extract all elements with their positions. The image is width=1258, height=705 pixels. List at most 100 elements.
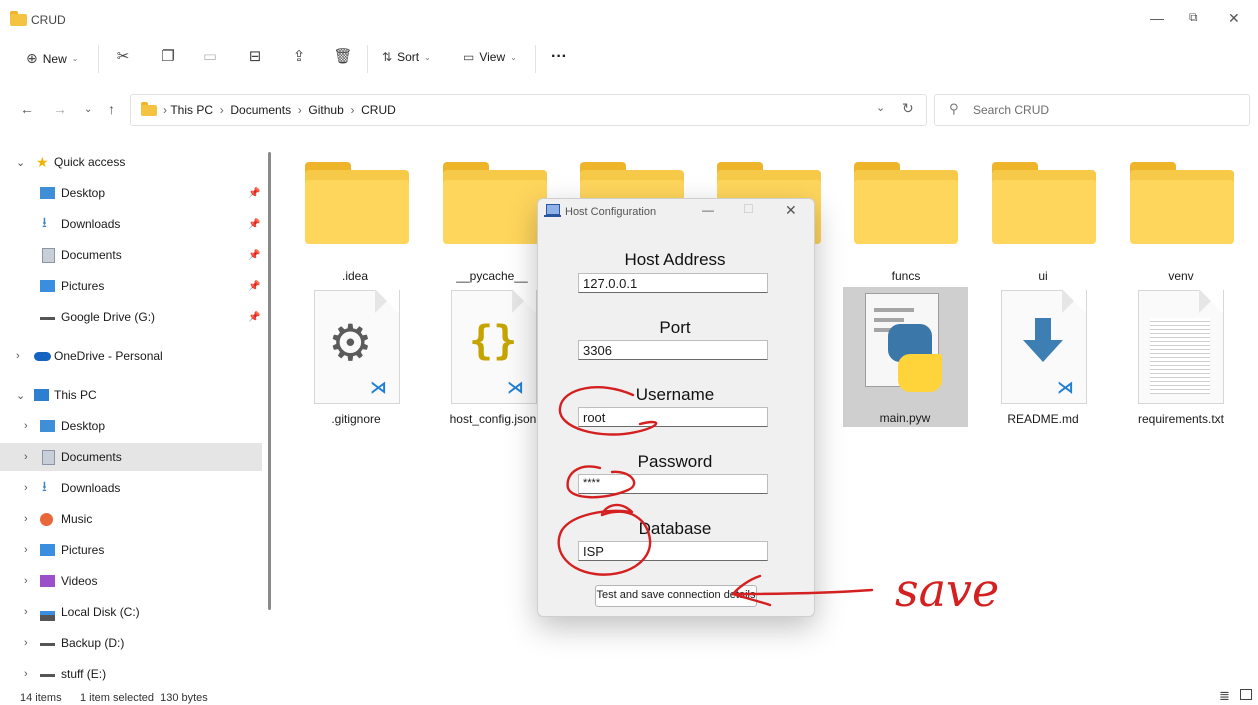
host-address-label: Host Address <box>624 250 726 269</box>
pictures-icon <box>40 280 55 292</box>
refresh-icon[interactable]: ↻ <box>902 100 914 117</box>
network-icon <box>546 204 560 215</box>
folder-funcs[interactable] <box>854 162 958 244</box>
sidebar-item-backup-d[interactable]: › Backup (D:) <box>0 629 262 657</box>
sidebar-item-google-drive[interactable]: Google Drive (G:) 📌 <box>0 303 262 331</box>
braces-icon: {} <box>469 318 518 364</box>
sidebar-item-stuff-e[interactable]: › stuff (E:) <box>0 660 262 688</box>
save-annotation: save <box>895 563 999 617</box>
folder-venv[interactable] <box>1130 162 1234 244</box>
copy-icon[interactable]: ❐ <box>158 47 178 67</box>
sidebar-item-downloads[interactable]: ⭳ Downloads 📌 <box>0 210 262 238</box>
sidebar-scrollbar[interactable] <box>268 152 271 610</box>
sidebar-item-quick-access[interactable]: ⌄ ★ Quick access <box>0 148 262 176</box>
rename-icon[interactable]: ⊟ <box>245 47 265 67</box>
cut-icon[interactable]: ✂ <box>113 47 133 67</box>
back-arrow-icon[interactable]: ← <box>20 101 34 117</box>
test-and-save-button[interactable]: Test and save connection details <box>595 585 757 607</box>
status-item-count: 14 items <box>20 692 62 704</box>
new-label: New <box>42 51 67 66</box>
crumb-crud[interactable]: CRUD <box>361 103 396 117</box>
file-label: main.pyw <box>879 411 931 425</box>
vscode-icon: ⋊ <box>1057 378 1074 397</box>
folder-pycache[interactable] <box>443 162 547 244</box>
sidebar-item-videos[interactable]: › Videos <box>0 567 262 595</box>
dialog-maximize-button[interactable]: ☐ <box>743 202 754 216</box>
sidebar-item-pc-desktop[interactable]: › Desktop <box>0 412 262 440</box>
sort-button[interactable]: ⇅ Sort ⌄ <box>382 50 431 64</box>
file-gitignore[interactable]: ⚙ ⋊ <box>314 289 400 404</box>
search-icon: ⚲ <box>949 101 959 116</box>
search-box[interactable]: ⚲ Search CRUD <box>934 94 1250 126</box>
chevron-right-icon: › <box>24 451 28 463</box>
dialog-minimize-button[interactable]: — <box>702 203 714 217</box>
plus-circle-icon: ⊕ <box>26 50 38 66</box>
file-label: requirements.txt <box>1137 412 1225 426</box>
up-arrow-icon[interactable]: ↑ <box>108 101 115 117</box>
pin-icon[interactable]: 📌 <box>248 219 260 230</box>
title-bar: CRUD — ⧉ ✕ <box>0 0 1258 38</box>
sidebar-item-desktop[interactable]: Desktop 📌 <box>0 179 262 207</box>
sidebar-item-this-pc[interactable]: ⌄ This PC <box>0 381 262 409</box>
folder-label: .idea <box>341 269 369 283</box>
sort-label: Sort <box>397 50 420 64</box>
details-view-icon[interactable]: ≣ <box>1219 688 1230 704</box>
folder-idea[interactable] <box>305 162 409 244</box>
forward-arrow-icon[interactable]: → <box>53 101 67 117</box>
share-icon[interactable]: ⇪ <box>289 47 309 67</box>
drive-icon <box>40 317 55 320</box>
download-icon: ⭳ <box>42 214 47 230</box>
sidebar-item-pc-pictures[interactable]: › Pictures <box>0 536 262 564</box>
username-input[interactable]: root <box>578 407 768 427</box>
crumb-this-pc[interactable]: This PC <box>170 103 213 117</box>
pin-icon[interactable]: 📌 <box>248 281 260 292</box>
sidebar-item-pictures[interactable]: Pictures 📌 <box>0 272 262 300</box>
view-button[interactable]: ▭ View ⌄ <box>463 50 517 64</box>
folder-icon <box>141 102 157 116</box>
sidebar-item-music[interactable]: › Music <box>0 505 262 533</box>
delete-icon[interactable]: 🗑 <box>333 47 353 67</box>
dialog-close-button[interactable]: ✕ <box>785 202 797 219</box>
more-button[interactable]: ··· <box>551 48 567 66</box>
dropdown-chevron-icon[interactable]: ⌄ <box>876 101 885 114</box>
maximize-button[interactable]: ⧉ <box>1189 10 1198 25</box>
tiles-view-icon[interactable] <box>1240 689 1252 700</box>
close-button[interactable]: ✕ <box>1228 10 1240 27</box>
new-button[interactable]: ⊕ New ⌄ <box>26 50 78 67</box>
crumb-documents[interactable]: Documents <box>230 103 291 117</box>
pin-icon[interactable]: 📌 <box>248 312 260 323</box>
database-input[interactable]: ISP <box>578 541 768 561</box>
recent-chevron-icon[interactable]: ⌄ <box>84 104 92 115</box>
sidebar-item-documents[interactable]: Documents 📌 <box>0 241 262 269</box>
chevron-down-icon: ⌄ <box>16 389 26 402</box>
videos-icon <box>40 575 55 587</box>
pictures-icon <box>40 544 55 556</box>
desktop-icon <box>40 420 55 432</box>
view-icon: ▭ <box>463 50 475 64</box>
file-host-config-json[interactable]: {} ⋊ <box>451 289 537 404</box>
sidebar-item-pc-documents[interactable]: › Documents <box>0 443 262 471</box>
host-address-input[interactable]: 127.0.0.1 <box>578 273 768 293</box>
port-input[interactable]: 3306 <box>578 340 768 360</box>
pin-icon[interactable]: 📌 <box>248 250 260 261</box>
folder-icon <box>10 11 27 26</box>
sidebar-item-pc-downloads[interactable]: › ⭳ Downloads <box>0 474 262 502</box>
file-main-pyw-selection[interactable]: main.pyw <box>843 287 968 427</box>
minimize-button[interactable]: — <box>1150 10 1164 26</box>
file-requirements-txt[interactable] <box>1138 289 1224 404</box>
folder-ui[interactable] <box>992 162 1096 244</box>
pin-icon[interactable]: 📌 <box>248 188 260 199</box>
password-input[interactable]: **** <box>578 474 768 494</box>
paste-icon[interactable]: ▭ <box>200 47 220 67</box>
crumb-github[interactable]: Github <box>308 103 343 117</box>
sidebar-item-onedrive[interactable]: › OneDrive - Personal <box>0 342 262 370</box>
chevron-right-icon: › <box>24 544 28 556</box>
address-bar[interactable]: › This PC › Documents › Github › CRUD ⌄ … <box>130 94 927 126</box>
sidebar-item-local-disk-c[interactable]: › Local Disk (C:) <box>0 598 262 626</box>
status-selection: 1 item selected 130 bytes <box>80 692 208 704</box>
chevron-right-icon: › <box>24 575 28 587</box>
vscode-icon: ⋊ <box>507 378 524 397</box>
breadcrumb: › This PC › Documents › Github › CRUD <box>163 103 396 117</box>
file-readme-md[interactable]: ⋊ <box>1001 289 1087 404</box>
drive-icon <box>40 643 55 646</box>
